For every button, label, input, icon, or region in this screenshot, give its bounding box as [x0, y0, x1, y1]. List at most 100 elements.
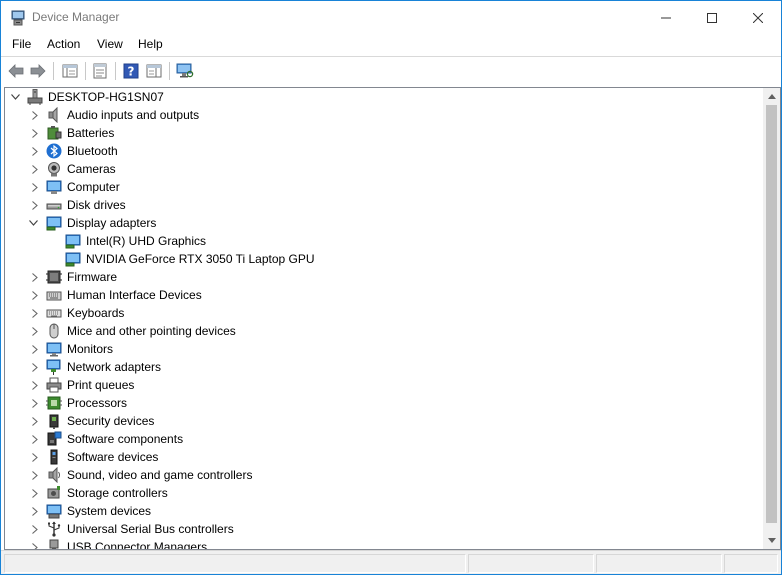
tree-category-label: Storage controllers: [67, 486, 168, 500]
tree-category-row[interactable]: Bluetooth: [5, 142, 763, 160]
close-button[interactable]: [735, 1, 781, 34]
tree-category-row[interactable]: Cameras: [5, 160, 763, 178]
tree-category-label: Network adapters: [67, 360, 162, 374]
display-adapter-icon: [46, 216, 62, 231]
tree-category-label: Display adapters: [67, 216, 157, 230]
action-pane-button[interactable]: [143, 60, 165, 82]
expand-chevron-icon[interactable]: [29, 502, 41, 520]
tree-category-label: Human Interface Devices: [67, 288, 202, 302]
expand-chevron-icon[interactable]: [29, 178, 41, 196]
tree-category-label: System devices: [67, 504, 152, 518]
scrollbar-thumb[interactable]: [766, 105, 777, 523]
speaker-icon: [48, 107, 58, 123]
expand-chevron-icon[interactable]: [29, 142, 41, 160]
tree-category-label: USB Connector Managers: [67, 540, 208, 549]
keyboard-icon: [46, 309, 62, 318]
expand-chevron-icon[interactable]: [29, 196, 41, 214]
expand-chevron-icon[interactable]: [29, 124, 41, 142]
expand-chevron-icon[interactable]: [29, 304, 41, 322]
expand-chevron-icon[interactable]: [29, 448, 41, 466]
computer-root-icon: [27, 89, 43, 105]
title-bar[interactable]: Device Manager: [1, 1, 781, 34]
tree-category-row[interactable]: Software devices: [5, 448, 763, 466]
tree-category-row[interactable]: Audio inputs and outputs: [5, 106, 763, 124]
tree-category-row[interactable]: Sound, video and game controllers: [5, 466, 763, 484]
gpu-icon: [65, 234, 81, 249]
tree-category-row[interactable]: Display adapters: [5, 214, 763, 232]
tree-category-label: Computer: [67, 180, 120, 194]
tree-category-label: Audio inputs and outputs: [67, 108, 200, 122]
expand-chevron-icon[interactable]: [29, 340, 41, 358]
scroll-up-button[interactable]: [763, 88, 780, 105]
mouse-icon: [49, 323, 59, 339]
tree-root-row[interactable]: DESKTOP-HG1SN07: [5, 88, 763, 106]
expand-chevron-icon[interactable]: [29, 520, 41, 538]
menu-view[interactable]: View: [97, 37, 123, 51]
tree-category-label: Processors: [67, 396, 128, 410]
expand-chevron-icon[interactable]: [29, 430, 41, 448]
network-adapter-icon: [46, 359, 61, 375]
tree-category-row[interactable]: Keyboards: [5, 304, 763, 322]
tree-category-row[interactable]: Mice and other pointing devices: [5, 322, 763, 340]
menu-help[interactable]: Help: [138, 37, 163, 51]
expand-chevron-icon[interactable]: [29, 484, 41, 502]
tree-category-row[interactable]: Human Interface Devices: [5, 286, 763, 304]
collapse-chevron-icon[interactable]: [27, 214, 39, 232]
tree-category-label: Disk drives: [67, 198, 126, 212]
tree-category-row[interactable]: Monitors: [5, 340, 763, 358]
expand-chevron-icon[interactable]: [29, 160, 41, 178]
tree-category-row[interactable]: USB Connector Managers: [5, 538, 763, 549]
expand-chevron-icon[interactable]: [29, 394, 41, 412]
expand-chevron-icon[interactable]: [29, 412, 41, 430]
collapse-chevron-icon[interactable]: [9, 88, 21, 106]
tree-category-row[interactable]: Universal Serial Bus controllers: [5, 520, 763, 538]
device-tree[interactable]: DESKTOP-HG1SN07 Audio inputs and outputs…: [5, 88, 763, 549]
tree-category-row[interactable]: Processors: [5, 394, 763, 412]
expand-chevron-icon[interactable]: [29, 538, 41, 549]
minimize-button[interactable]: [643, 1, 689, 34]
tree-category-row[interactable]: Print queues: [5, 376, 763, 394]
expand-chevron-icon[interactable]: [29, 376, 41, 394]
menu-bar: File Action View Help: [1, 35, 781, 55]
computer-icon: [46, 180, 62, 194]
back-button[interactable]: [5, 60, 27, 82]
tree-category-row[interactable]: Computer: [5, 178, 763, 196]
properties-button[interactable]: [89, 60, 111, 82]
tree-category-row[interactable]: Network adapters: [5, 358, 763, 376]
tree-category-row[interactable]: Firmware: [5, 268, 763, 286]
expand-chevron-icon[interactable]: [29, 358, 41, 376]
expand-chevron-icon[interactable]: [29, 286, 41, 304]
scan-hardware-button[interactable]: [174, 60, 196, 82]
tree-category-row[interactable]: Storage controllers: [5, 484, 763, 502]
expand-chevron-icon[interactable]: [29, 322, 41, 340]
printer-icon: [46, 377, 62, 393]
toolbar-separator: [85, 62, 86, 80]
tree-category-row[interactable]: System devices: [5, 502, 763, 520]
vertical-scrollbar[interactable]: [763, 88, 780, 549]
menu-action[interactable]: Action: [47, 37, 80, 51]
help-button[interactable]: ?: [120, 60, 142, 82]
forward-button[interactable]: [27, 60, 49, 82]
show-hide-console-tree-button[interactable]: [59, 60, 81, 82]
device-manager-app-icon: [11, 10, 25, 26]
tree-device-row[interactable]: NVIDIA GeForce RTX 3050 Ti Laptop GPU: [5, 250, 763, 268]
scroll-down-button[interactable]: [763, 532, 780, 549]
tree-category-row[interactable]: Disk drives: [5, 196, 763, 214]
tree-category-row[interactable]: Batteries: [5, 124, 763, 142]
expand-chevron-icon[interactable]: [29, 268, 41, 286]
expand-chevron-icon[interactable]: [29, 466, 41, 484]
storage-controller-icon: [47, 486, 60, 499]
tree-category-label: Monitors: [67, 342, 114, 356]
expand-chevron-icon[interactable]: [29, 106, 41, 124]
maximize-button[interactable]: [689, 1, 735, 34]
tree-category-row[interactable]: Software components: [5, 430, 763, 448]
tree-category-label: Universal Serial Bus controllers: [67, 522, 234, 536]
tree-category-label: Mice and other pointing devices: [67, 324, 236, 338]
camera-icon: [48, 162, 60, 177]
menu-file[interactable]: File: [12, 37, 31, 51]
tree-category-label: Print queues: [67, 378, 135, 392]
software-component-icon: [47, 431, 62, 446]
tree-category-row[interactable]: Security devices: [5, 412, 763, 430]
scan-hardware-icon: [176, 63, 194, 78]
tree-device-row[interactable]: Intel(R) UHD Graphics: [5, 232, 763, 250]
